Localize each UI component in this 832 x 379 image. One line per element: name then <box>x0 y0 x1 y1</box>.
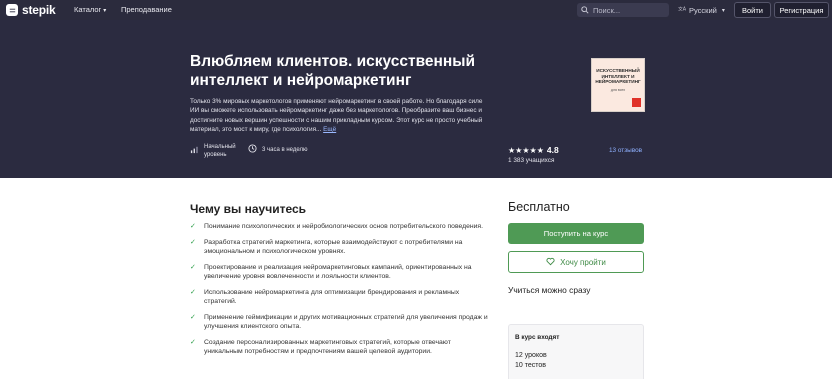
list-item-text: Использование нейромаркетинга для оптими… <box>204 288 460 306</box>
level-line1: Начальный <box>204 144 236 150</box>
svg-text:文A: 文A <box>678 6 686 13</box>
teaching-link[interactable]: Преподавание <box>121 5 172 14</box>
list-item: ✓ Разработка стратегий маркетинга, которы… <box>190 238 490 257</box>
chevron-down-icon: ▾ <box>103 8 107 14</box>
check-icon: ✓ <box>190 223 196 230</box>
clock-icon <box>248 144 257 157</box>
search-box[interactable] <box>577 3 669 17</box>
cover-title: ИСКУССТВЕННЫЙ ИНТЕЛЛЕКТ И НЕЙРОМАРКЕТИНГ <box>595 68 641 85</box>
cover-subtitle: для всех <box>610 87 626 92</box>
register-button[interactable]: Регистрация <box>774 2 829 18</box>
top-nav: stepik Каталог▾ Преподавание 文A Русский … <box>0 0 832 20</box>
course-price: Бесплатно <box>508 200 570 214</box>
check-icon: ✓ <box>190 238 196 246</box>
course-time: 3 часа в неделю <box>248 144 307 157</box>
learners-count: 1 383 учащихся <box>508 157 555 164</box>
check-icon: ✓ <box>190 338 196 346</box>
chevron-down-icon: ▾ <box>721 7 725 14</box>
level-text: Начальный уровень <box>204 144 236 159</box>
rating-stars-icon: ★★★★★ <box>508 145 544 155</box>
catalog-menu[interactable]: Каталог ▾ <box>74 5 106 14</box>
course-rating: ★★★★★ 4.8 <box>508 145 559 155</box>
search-icon <box>581 1 589 19</box>
logo-mark-icon <box>6 4 18 16</box>
search-input[interactable] <box>593 5 663 15</box>
course-description: Только 3% мировых маркетологов применяют… <box>190 97 490 135</box>
stepik-logo[interactable]: stepik <box>6 3 56 17</box>
more-link[interactable]: Ещё <box>323 126 336 133</box>
list-item-text: Создание персонализированных маркетингов… <box>204 338 451 356</box>
rating-value: 4.8 <box>546 145 559 155</box>
list-item-text: Проектирование и реализация нейромаркети… <box>204 263 472 281</box>
cover-tag-icon <box>632 98 641 107</box>
course-level: Начальный уровень <box>190 144 236 159</box>
start-anytime-text: Учиться можно сразу <box>508 285 591 295</box>
list-item-text: Применение геймификации и других мотивац… <box>204 313 488 331</box>
wishlist-button[interactable]: Хочу пройти <box>508 251 644 273</box>
list-item: ✓ Понимание психологических и нейробиолог… <box>190 222 490 232</box>
enroll-button[interactable]: Поступить на курс <box>508 223 644 244</box>
lessons-count: 12 уроков <box>515 352 547 359</box>
list-item-text: Понимание психологических и нейробиологи… <box>204 223 483 230</box>
list-item: ✓ Применение геймификации и других мотива… <box>190 313 490 332</box>
check-icon: ✓ <box>190 263 196 271</box>
list-item-text: Разработка стратегий маркетинга, которые… <box>204 238 463 256</box>
list-item: ✓ Создание персонализированных маркетинго… <box>190 338 490 357</box>
check-icon: ✓ <box>190 313 196 321</box>
course-title: Влюбляем клиентов. искусственный интелле… <box>190 53 476 89</box>
language-selector[interactable]: 文A Русский ▾ <box>678 5 725 15</box>
catalog-label: Каталог <box>74 5 102 14</box>
tests-count: 10 тестов <box>515 362 546 369</box>
reviews-link[interactable]: 13 отзывов <box>609 147 642 154</box>
learn-list: ✓ Понимание психологических и нейробиолог… <box>190 222 490 363</box>
logo-text: stepik <box>22 3 56 17</box>
learn-section-title: Чему вы научитесь <box>190 202 307 216</box>
time-text: 3 часа в неделю <box>262 146 308 153</box>
login-button[interactable]: Войти <box>734 2 771 18</box>
course-cover: ИСКУССТВЕННЫЙ ИНТЕЛЛЕКТ И НЕЙРОМАРКЕТИНГ… <box>591 58 645 112</box>
language-label: Русский <box>689 5 717 15</box>
check-icon: ✓ <box>190 288 196 296</box>
heart-icon <box>546 257 555 268</box>
includes-title: В курс входят <box>515 334 560 341</box>
wishlist-label: Хочу пройти <box>560 257 606 267</box>
level-bars-icon <box>190 145 199 158</box>
level-line2: уровень <box>204 151 227 158</box>
list-item: ✓ Использование нейромаркетинга для оптим… <box>190 288 490 307</box>
translate-icon: 文A <box>678 5 687 15</box>
course-hero: Влюбляем клиентов. искусственный интелле… <box>0 20 832 178</box>
list-item: ✓ Проектирование и реализация нейромаркет… <box>190 263 490 282</box>
course-includes-card: В курс входят 12 уроков 10 тестов <box>508 324 644 379</box>
